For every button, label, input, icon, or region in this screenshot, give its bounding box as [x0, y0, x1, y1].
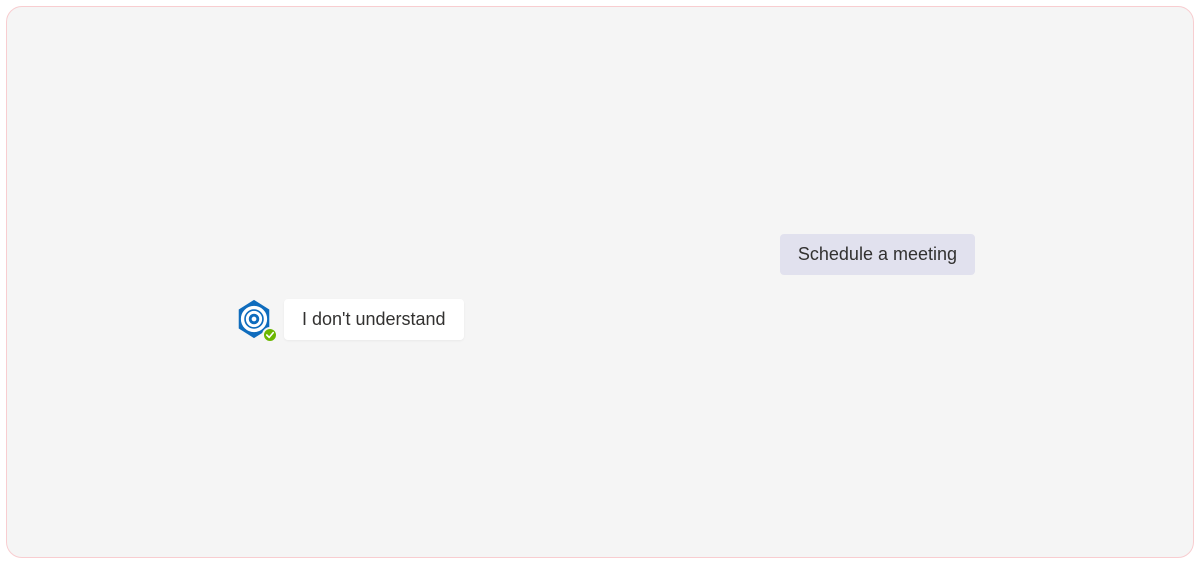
bot-message-row: I don't understand — [232, 297, 464, 341]
chat-container: Schedule a meeting I don't understand — [6, 6, 1194, 558]
presence-available-icon — [262, 327, 278, 343]
user-message-text: Schedule a meeting — [798, 244, 957, 264]
bot-message-bubble[interactable]: I don't understand — [284, 299, 464, 340]
bot-avatar[interactable] — [232, 297, 276, 341]
user-message-bubble[interactable]: Schedule a meeting — [780, 234, 975, 275]
bot-message-text: I don't understand — [302, 309, 446, 329]
